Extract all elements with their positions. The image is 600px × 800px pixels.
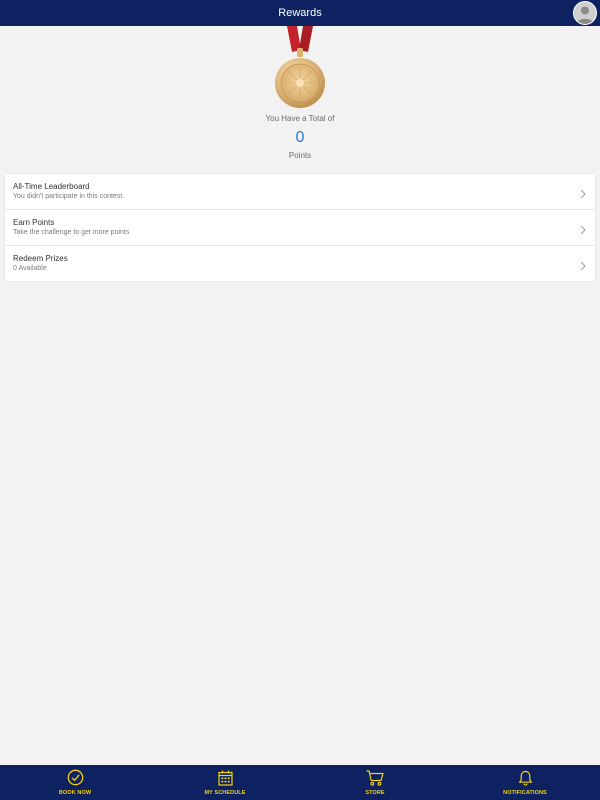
- list-item-subtitle: You didn't participate in this contest.: [13, 193, 125, 200]
- chevron-right-icon: [580, 186, 586, 204]
- list-item-subtitle: 0 Available: [13, 265, 47, 272]
- medal: [0, 26, 600, 112]
- all-time-leaderboard-item[interactable]: All-Time Leaderboard You didn't particip…: [5, 174, 595, 210]
- tab-label: BOOK NOW: [58, 790, 92, 796]
- list-item-label: All-Time Leaderboard: [13, 182, 90, 191]
- points-value: 0: [295, 129, 305, 146]
- page-title: Rewards: [278, 7, 322, 19]
- points-caption: You Have a Total of: [265, 114, 335, 123]
- top-app-bar: Rewards: [0, 0, 600, 26]
- chevron-right-icon: [580, 258, 586, 276]
- bell-icon: [518, 769, 533, 786]
- tab-my-schedule[interactable]: MY SCHEDULE: [150, 765, 300, 800]
- list-item-label: Redeem Prizes: [13, 254, 68, 263]
- rewards-menu-list: All-Time Leaderboard You didn't particip…: [5, 174, 595, 281]
- tab-label: NOTIFICATIONS: [503, 790, 547, 796]
- earn-points-item[interactable]: Earn Points Take the challenge to get mo…: [5, 210, 595, 246]
- redeem-prizes-item[interactable]: Redeem Prizes 0 Available: [5, 246, 595, 281]
- tab-label: MY SCHEDULE: [204, 790, 246, 796]
- medal-icon: [275, 26, 325, 108]
- cart-icon: [366, 769, 384, 786]
- points-unit-label: Points: [288, 151, 312, 160]
- tab-book-now[interactable]: BOOK NOW: [0, 765, 150, 800]
- bottom-tab-bar: BOOK NOW MY SCHEDULE STORE NOTIFICATIONS: [0, 765, 600, 800]
- calendar-icon: [217, 769, 233, 786]
- tab-label: STORE: [365, 790, 385, 796]
- list-item-subtitle: Take the challenge to get more points: [13, 229, 130, 236]
- tab-store[interactable]: STORE: [300, 765, 450, 800]
- check-circle-icon: [67, 769, 84, 786]
- chevron-right-icon: [580, 222, 586, 240]
- tab-notifications[interactable]: NOTIFICATIONS: [450, 765, 600, 800]
- user-avatar-icon[interactable]: [573, 1, 597, 25]
- list-item-label: Earn Points: [13, 218, 55, 227]
